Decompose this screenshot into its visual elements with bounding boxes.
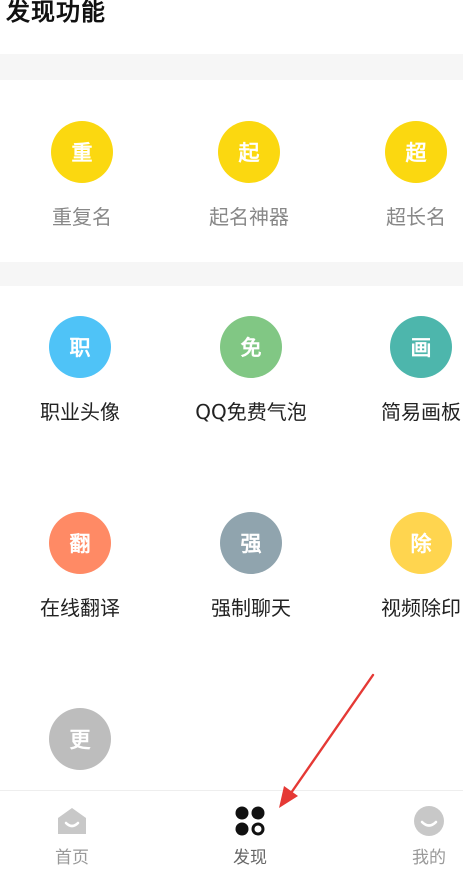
feature-label: QQ免费气泡 [195,400,307,424]
qq-bubble-glyph: 免 [240,336,262,360]
feature-label: 重复名 [52,205,112,229]
watermark-remove-icon: 除 [390,512,452,574]
career-avatar-icon: 职 [49,316,111,378]
more-glyph: 更 [69,728,91,752]
naming-tool-glyph: 起 [238,141,260,165]
force-chat-icon: 强 [220,512,282,574]
feature-label: 超长名 [386,205,446,229]
grid-icon [234,805,266,837]
smile-icon [413,805,445,837]
feature-force-chat[interactable]: 强 强制聊天 [166,512,336,622]
long-name-glyph: 超 [405,141,427,165]
feature-label: 强制聊天 [211,596,291,620]
nav-mine[interactable]: 我的 [384,805,463,868]
page-title: 发现功能 [6,0,106,26]
nav-mine-label: 我的 [412,848,446,868]
more-icon: 更 [49,708,111,770]
qq-bubble-icon: 免 [220,316,282,378]
feature-naming-tool[interactable]: 起 起名神器 [164,121,334,231]
feature-duplicate-name[interactable]: 重 重复名 [0,121,167,231]
home-icon [56,805,88,837]
feature-label: 在线翻译 [40,596,120,620]
feature-long-name[interactable]: 超 超长名 [331,121,463,231]
bottom-nav: 首页 发现 我的 [0,790,463,871]
duplicate-name-icon: 重 [51,121,113,183]
feature-watermark-remove[interactable]: 除 视频除印 [336,512,463,622]
feature-label: 简易画板 [381,400,461,424]
section-divider [0,54,463,80]
translate-icon: 翻 [49,512,111,574]
nav-discover-label: 发现 [233,848,267,868]
sketchpad-icon: 画 [390,316,452,378]
nav-home[interactable]: 首页 [27,805,117,868]
career-avatar-glyph: 职 [69,336,91,360]
duplicate-name-glyph: 重 [71,141,93,165]
feature-online-translate[interactable]: 翻 在线翻译 [0,512,165,622]
nav-discover[interactable]: 发现 [205,805,295,868]
feature-sketchpad[interactable]: 画 简易画板 [336,316,463,426]
feature-career-avatar[interactable]: 职 职业头像 [0,316,165,426]
translate-glyph: 翻 [69,532,91,556]
long-name-icon: 超 [385,121,447,183]
section-divider [0,262,463,286]
nav-home-label: 首页 [55,848,89,868]
watermark-remove-glyph: 除 [410,532,432,556]
feature-label: 职业头像 [40,400,120,424]
naming-tool-icon: 起 [218,121,280,183]
feature-qq-bubble[interactable]: 免 QQ免费气泡 [166,316,336,426]
feature-label: 起名神器 [209,205,289,229]
sketchpad-glyph: 画 [410,336,432,360]
feature-label: 视频除印 [381,596,461,620]
force-chat-glyph: 强 [240,532,262,556]
